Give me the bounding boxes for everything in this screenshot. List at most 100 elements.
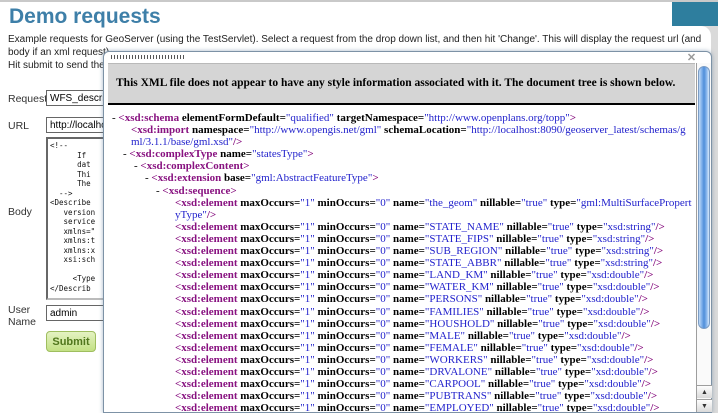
xml-attr-name: maxOccurs= bbox=[237, 402, 301, 412]
url-label: URL bbox=[8, 120, 30, 132]
xml-tag-close: /> bbox=[645, 232, 655, 245]
xml-attr-name: name= bbox=[390, 329, 425, 342]
xml-attr-value: "true" bbox=[537, 232, 564, 245]
page-title: Demo requests bbox=[9, 5, 161, 28]
username-label-line2: Name bbox=[8, 316, 37, 328]
xml-tag: <xsd:element bbox=[175, 281, 238, 294]
xml-attr-value: "true" bbox=[521, 341, 548, 354]
xml-tag-close: /> bbox=[653, 257, 663, 270]
xml-tag-close: /> bbox=[650, 317, 661, 330]
xml-node: <xsd:element maxOccurs="1" minOccurs="0"… bbox=[112, 257, 693, 269]
xml-attr-name: name= bbox=[390, 245, 425, 258]
xml-attr-name: minOccurs= bbox=[314, 317, 376, 330]
xml-attr-name: minOccurs= bbox=[314, 196, 376, 209]
xml-attr-name: type= bbox=[557, 269, 587, 282]
xml-tag: <xsd:element bbox=[175, 293, 238, 306]
xml-attr-value: "0" bbox=[375, 269, 391, 282]
xml-attr-name: name= bbox=[217, 148, 253, 161]
xml-attr-name: maxOccurs= bbox=[237, 196, 301, 209]
xml-tag: <xsd:element bbox=[175, 402, 238, 412]
xml-tag-close: > bbox=[307, 148, 314, 161]
xml-attr-value: "xsd:double" bbox=[586, 353, 645, 366]
page-background-strip bbox=[711, 26, 718, 413]
xml-tag: <xsd:element bbox=[175, 390, 238, 403]
xml-attr-value: "1" bbox=[300, 317, 315, 330]
xml-attr-value: "xsd:double" bbox=[564, 329, 622, 342]
xml-attr-value: "0" bbox=[375, 281, 391, 294]
request-label: Request bbox=[8, 93, 48, 105]
xml-attr-value: "1" bbox=[300, 281, 315, 294]
xml-attr-name: maxOccurs= bbox=[237, 257, 301, 270]
xml-tag: <xsd:element bbox=[175, 365, 238, 378]
xml-attr-value: "true" bbox=[531, 353, 558, 366]
vertical-scrollbar[interactable]: ▲ ▼ bbox=[696, 63, 712, 412]
xml-attr-name: base= bbox=[221, 172, 252, 185]
xml-tag: <xsd:element bbox=[175, 232, 238, 245]
xml-attr-name: nillable= bbox=[487, 353, 532, 366]
xml-attr-name: name= bbox=[390, 305, 425, 318]
xml-attr-value: "STATE_FIPS" bbox=[424, 232, 494, 245]
xml-attr-value: "true" bbox=[508, 329, 536, 342]
xml-attr-value: "true" bbox=[521, 196, 548, 209]
submit-button[interactable]: Submit bbox=[46, 331, 96, 352]
xml-tag-close: /> bbox=[206, 208, 217, 221]
xml-tag-close: /> bbox=[640, 305, 650, 318]
xml-attr-name: nillable= bbox=[491, 390, 536, 403]
xml-tag-close: /> bbox=[644, 353, 654, 366]
xml-node: - <xsd:sequence> bbox=[112, 185, 693, 197]
xml-attr-name: elementFormDefault= bbox=[179, 112, 286, 124]
xml-attr-value: "PUBTRANS" bbox=[424, 390, 492, 403]
xml-attr-name: name= bbox=[390, 232, 425, 245]
header-teal-band bbox=[672, 2, 718, 26]
xml-node: <xsd:element maxOccurs="1" minOccurs="0"… bbox=[112, 221, 693, 233]
username-label-line1: User bbox=[8, 304, 31, 316]
xml-attr-value: "xsd:double" bbox=[582, 305, 641, 318]
xml-attr-value: "xsd:double" bbox=[590, 390, 648, 403]
xml-attr-name: maxOccurs= bbox=[237, 245, 301, 258]
xml-attr-name: minOccurs= bbox=[314, 402, 376, 412]
xml-node: - <xsd:complexContent> bbox=[112, 160, 693, 172]
xml-node: <xsd:import namespace="http://www.opengi… bbox=[112, 124, 693, 148]
xml-node: <xsd:element maxOccurs="1" minOccurs="0"… bbox=[112, 197, 693, 221]
xml-attr-name: name= bbox=[390, 378, 425, 391]
xml-attr-name: type= bbox=[547, 341, 578, 354]
xml-attr-value: "xsd:double" bbox=[591, 365, 649, 378]
xml-attr-value: "DRVALONE" bbox=[424, 365, 493, 378]
xml-attr-value: "true" bbox=[546, 245, 573, 258]
xml-attr-name: nillable= bbox=[487, 269, 532, 282]
xml-node: <xsd:element maxOccurs="1" minOccurs="0"… bbox=[112, 306, 693, 318]
xml-attr-name: type= bbox=[562, 365, 592, 378]
xml-attr-name: type= bbox=[561, 390, 591, 403]
xml-attr-name: namespace= bbox=[189, 124, 250, 137]
xml-attr-value: "0" bbox=[375, 245, 391, 258]
xml-attr-value: "true" bbox=[527, 305, 554, 318]
xml-tag-close: > bbox=[243, 160, 250, 173]
xml-attr-name: type= bbox=[555, 378, 585, 391]
xml-attr-name: maxOccurs= bbox=[237, 293, 301, 306]
xml-node: - <xsd:schema elementFormDefault="qualif… bbox=[112, 112, 693, 124]
xml-attr-value: "1" bbox=[300, 329, 315, 342]
xml-attr-value: "xsd:double" bbox=[592, 402, 651, 412]
xml-attr-name: name= bbox=[390, 390, 425, 403]
xml-attr-name: maxOccurs= bbox=[237, 220, 301, 233]
xml-attr-value: "xsd:string" bbox=[600, 257, 653, 270]
xml-tag: <xsd:import bbox=[131, 124, 190, 137]
xml-attr-value: "true" bbox=[545, 257, 572, 270]
scroll-down-icon[interactable]: ▼ bbox=[697, 399, 712, 412]
xml-attr-name: nillable= bbox=[482, 293, 527, 306]
xml-tag: <xsd:element bbox=[175, 269, 238, 282]
xml-attr-name: minOccurs= bbox=[314, 329, 376, 342]
xml-attr-value: "0" bbox=[375, 257, 391, 270]
scrollbar-thumb[interactable] bbox=[698, 66, 710, 329]
xml-tag-close: /> bbox=[232, 136, 243, 149]
xml-attr-value: "xsd:double" bbox=[593, 317, 651, 330]
xml-attr-value: "0" bbox=[375, 365, 391, 378]
xml-node: <xsd:element maxOccurs="1" minOccurs="0"… bbox=[112, 378, 693, 390]
xml-node: <xsd:element maxOccurs="1" minOccurs="0"… bbox=[112, 293, 693, 305]
xml-attr-value: "1" bbox=[300, 245, 315, 258]
xml-attr-name: minOccurs= bbox=[314, 281, 376, 294]
xml-tag: <xsd:element bbox=[175, 353, 238, 366]
xml-attr-value: "0" bbox=[375, 317, 391, 330]
scroll-up-icon[interactable]: ▲ bbox=[697, 385, 712, 398]
xml-attr-name: name= bbox=[390, 281, 425, 294]
